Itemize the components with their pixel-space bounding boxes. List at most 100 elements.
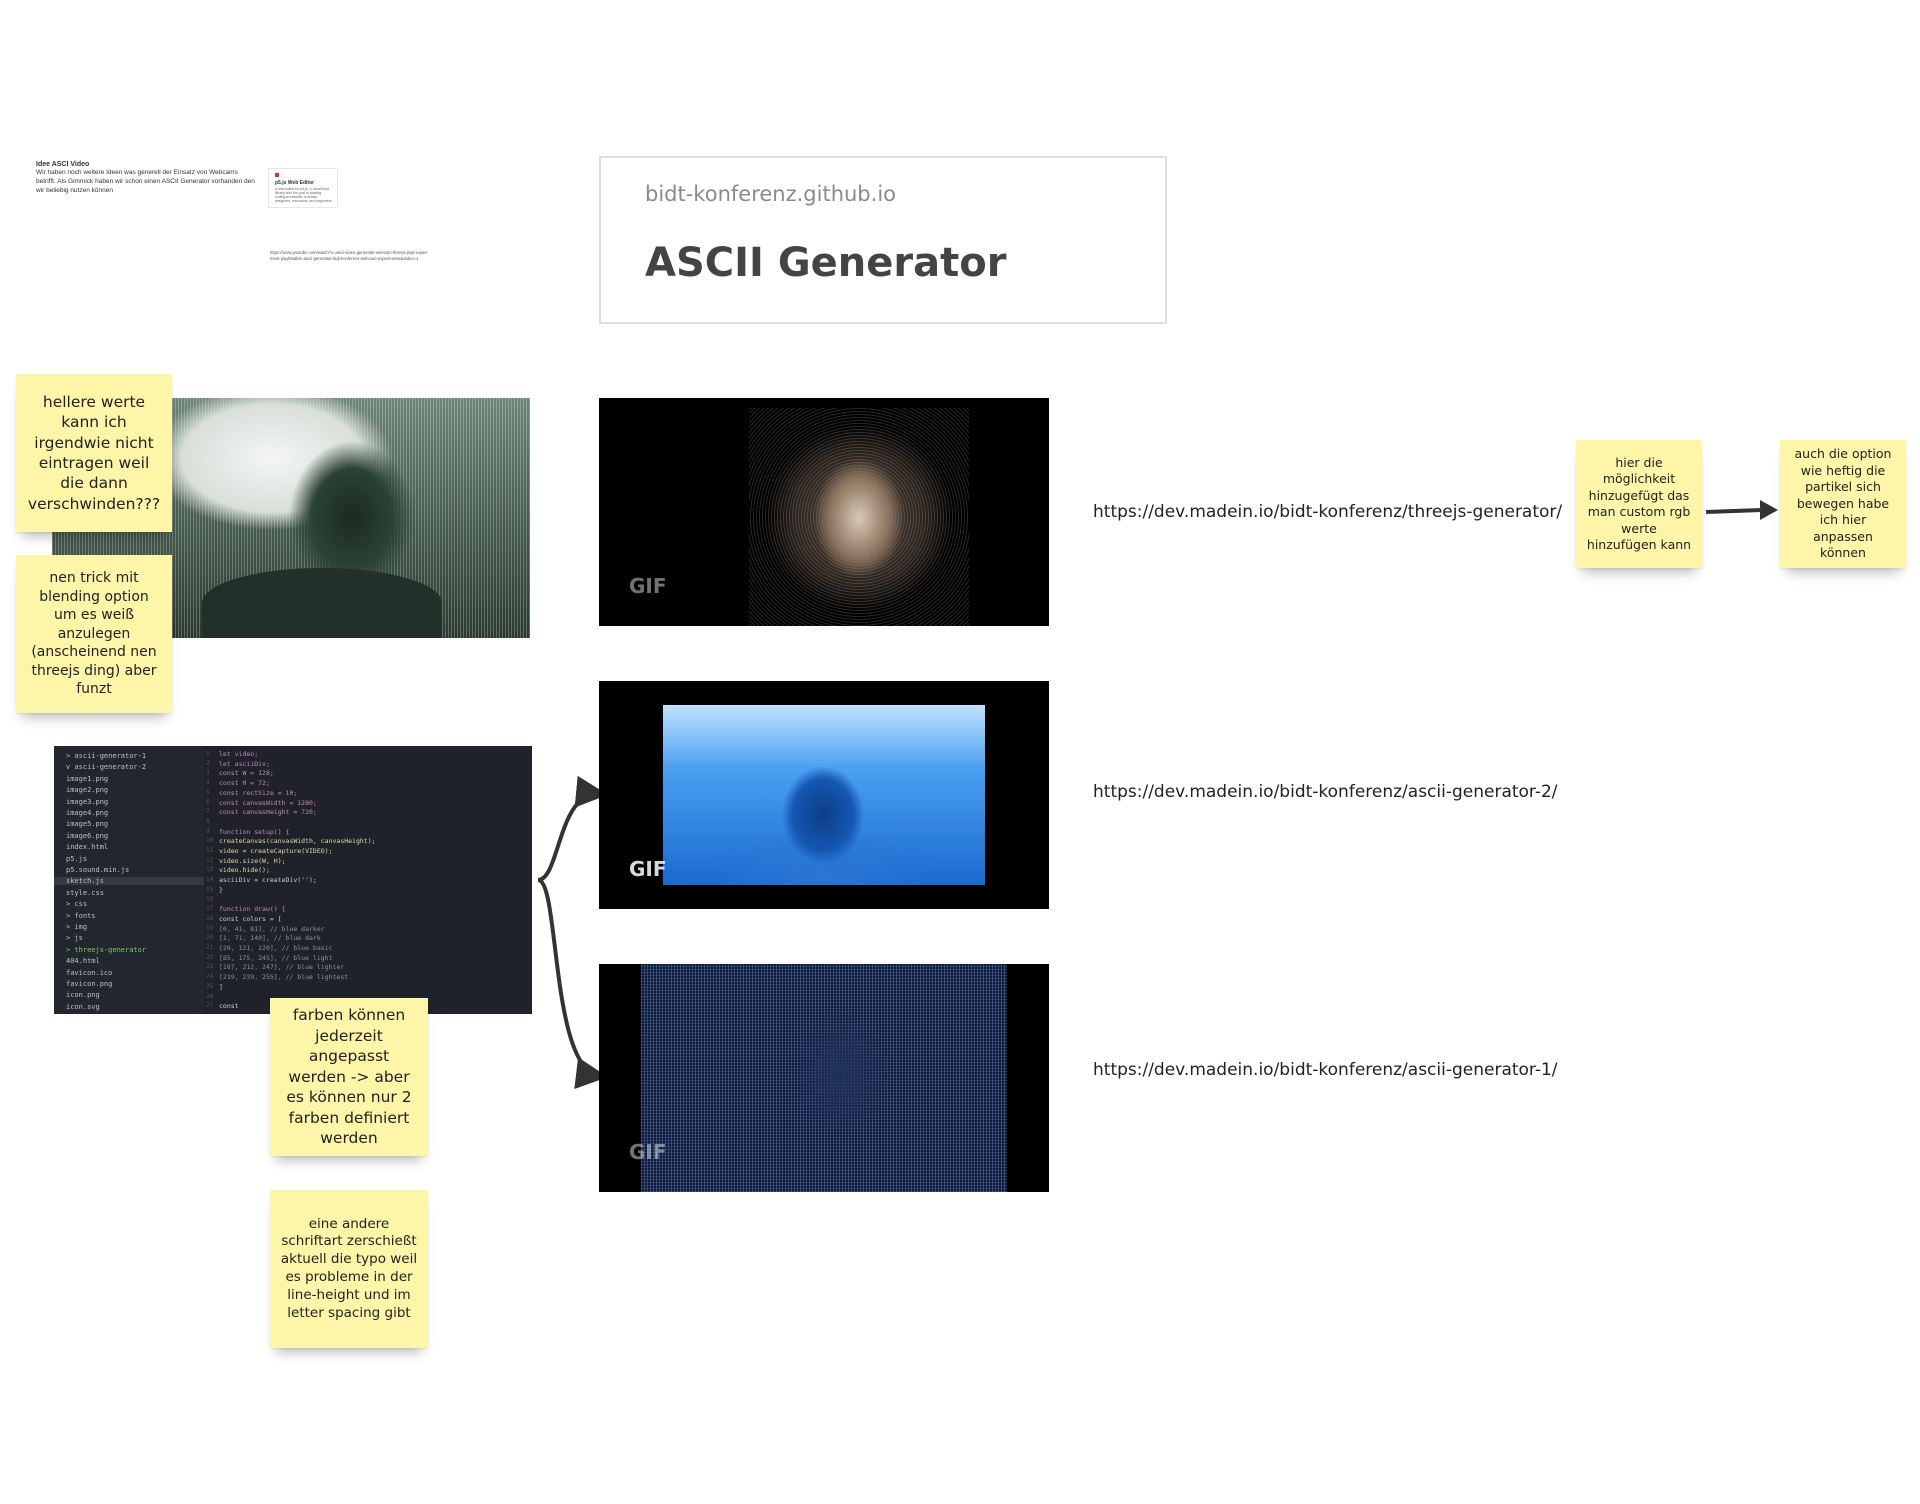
line-number: 17 (206, 905, 214, 913)
arrow-right-icon (1705, 500, 1778, 520)
sticky-note-trick[interactable]: nen trick mit blending option um es weiß… (16, 555, 172, 713)
p5-logo-icon (275, 173, 279, 177)
file-tree-item[interactable]: > fonts (66, 912, 96, 920)
video-ascii-generator-1-gif[interactable]: GIF (599, 964, 1049, 1192)
line-number: 12 (206, 856, 214, 864)
line-number: 15 (206, 885, 214, 893)
line-number: 20 (206, 934, 214, 942)
file-tree-item[interactable]: favicon.png (66, 980, 112, 988)
code-line: ] (219, 982, 223, 991)
code-line: createCanvas(canvasWidth, canvasHeight); (219, 837, 376, 846)
sticky-note-hellere[interactable]: hellere werte kann ich irgendwie nicht e… (16, 374, 172, 532)
file-tree-item[interactable]: index.html (66, 843, 108, 851)
line-number: 6 (206, 798, 210, 806)
file-tree-item[interactable]: style.css (66, 889, 104, 897)
sticky-note-schrift[interactable]: eine andere schriftart zerschießt aktuel… (270, 1190, 428, 1348)
line-number: 23 (206, 963, 214, 971)
link-ascii-generator-2[interactable]: https://dev.madein.io/bidt-konferenz/asc… (1093, 782, 1558, 802)
line-number: 25 (206, 982, 214, 990)
line-number: 27 (206, 1002, 214, 1010)
particle-face (749, 408, 969, 626)
line-number: 7 (206, 808, 210, 816)
video-threejs-gif[interactable]: GIF (599, 398, 1049, 626)
file-tree-item[interactable]: p5.js (66, 855, 87, 863)
line-number: 11 (206, 847, 214, 854)
code-line: [85, 175, 245], // blue light (219, 953, 333, 962)
file-tree-item[interactable]: image3.png (66, 798, 108, 806)
code-line: const rectSize = 10; (219, 788, 298, 797)
mini-link-card[interactable]: p5.js Web Editor A web editor for p5.js,… (268, 168, 338, 208)
sticky-note-farben[interactable]: farben können jederzeit angepasst werden… (270, 998, 428, 1156)
gif-badge-3: GIF (629, 1140, 667, 1164)
file-tree-item[interactable]: icon.svg (66, 1003, 100, 1011)
code-line: let video; (219, 750, 259, 758)
file-tree-item[interactable]: > css (66, 900, 87, 908)
long-url-text[interactable]: https://www.youtube.com/watch?v=ascii-vi… (270, 250, 430, 262)
file-tree-item[interactable]: 404.html (66, 957, 100, 965)
code-line: const (219, 1002, 239, 1011)
code-line: video.hide(); (219, 866, 270, 875)
file-tree-item[interactable]: v ascii-generator-2 (66, 763, 146, 771)
file-tree-item[interactable]: icon.png (66, 991, 100, 999)
sticky-note-option[interactable]: auch die option wie heftig die partikel … (1780, 440, 1906, 568)
line-number: 5 (206, 788, 210, 796)
code-line: [219, 239, 255], // blue lightest (219, 973, 349, 982)
link-threejs-generator[interactable]: https://dev.madein.io/bidt-konferenz/thr… (1093, 502, 1562, 522)
code-line: const canvasHeight = 720; (219, 808, 317, 817)
file-tree-item[interactable]: sketch.js (54, 877, 204, 886)
line-number: 14 (206, 876, 214, 884)
code-line: const H = 72; (219, 779, 270, 788)
code-line: [20, 121, 220], // blue basic (219, 944, 333, 952)
line-number: 10 (206, 837, 214, 845)
file-tree-item[interactable]: image4.png (66, 809, 108, 817)
file-tree-item[interactable]: p5.sound.min.js (66, 866, 129, 874)
file-tree-item[interactable]: > js (66, 934, 83, 942)
line-number: 22 (206, 953, 214, 961)
mini-card-title: p5.js Web Editor (275, 180, 315, 186)
file-tree-item[interactable]: > img (66, 923, 87, 931)
file-tree-item[interactable]: image1.png (66, 775, 108, 783)
site-name: bidt-konferenz.github.io (645, 182, 896, 206)
mini-card-line-4: designers, educators, and beginners. (275, 199, 333, 203)
sticky-note-rgb[interactable]: hier die möglichkeit hinzugefügt das man… (1576, 440, 1702, 568)
line-number: 18 (206, 914, 214, 922)
code-line: const canvasWidth = 1280; (219, 798, 317, 807)
code-line: video = createCapture(VIDEO); (219, 847, 333, 855)
code-line: [167, 212, 247], // blue lighter (219, 963, 345, 972)
line-number: 9 (206, 827, 210, 835)
file-tree: > ascii-generator-1 v ascii-generator-2 i… (54, 746, 204, 1014)
file-tree-item[interactable]: favicon.ico (66, 969, 112, 977)
file-tree-item[interactable]: image5.png (66, 820, 108, 828)
blue-frame (663, 705, 985, 885)
line-number: 16 (206, 895, 214, 903)
line-number: 24 (206, 973, 214, 981)
code-line: } (219, 885, 223, 894)
code-line: [0, 41, 81], // blue darker (219, 924, 325, 933)
gif-badge: GIF (629, 574, 667, 598)
line-number: 3 (206, 769, 210, 777)
title-card: bidt-konferenz.github.io ASCII Generator (599, 156, 1167, 324)
line-number: 13 (206, 866, 214, 874)
idea-note-text: Wir haben noch weitere Ideen was generel… (36, 169, 255, 194)
link-ascii-generator-1[interactable]: https://dev.madein.io/bidt-konferenz/asc… (1093, 1060, 1558, 1080)
bracket-arrows (537, 775, 608, 1089)
video-ascii-generator-2-gif[interactable]: GIF (599, 681, 1049, 909)
line-number: 8 (206, 817, 210, 825)
file-tree-item[interactable]: > threejs-generator (66, 946, 146, 954)
idea-note: Idee ASCI Video Wir haben noch weitere I… (36, 160, 256, 196)
code-line: function setup() { (219, 827, 290, 836)
line-number: 26 (206, 992, 214, 1000)
file-tree-item[interactable]: image6.png (66, 832, 108, 840)
line-number: 19 (206, 924, 214, 932)
file-tree-item[interactable]: > ascii-generator-1 (66, 752, 146, 760)
line-number: 4 (206, 779, 210, 787)
dark-blue-dots (641, 964, 1007, 1192)
line-number: 1 (206, 750, 210, 757)
code-line: function draw() { (219, 905, 286, 914)
code-line: [1, 71, 140], // blue dark (219, 934, 321, 943)
code-line: const colors = [ (219, 914, 282, 923)
idea-note-heading: Idee ASCI Video (36, 161, 90, 168)
code-line: video.size(W, H); (219, 856, 286, 865)
file-tree-item[interactable]: image2.png (66, 786, 108, 794)
gif-badge-2: GIF (629, 857, 667, 881)
